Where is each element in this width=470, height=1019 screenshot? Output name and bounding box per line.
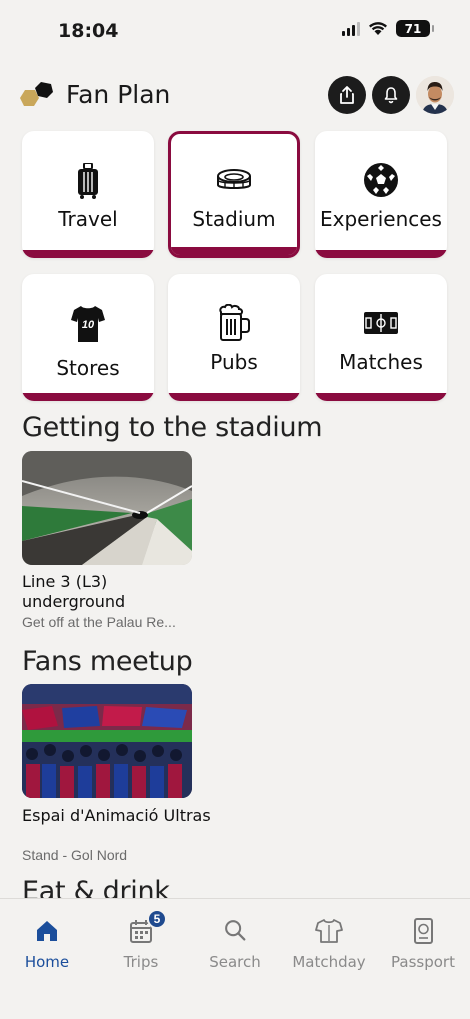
football-icon bbox=[364, 163, 398, 197]
category-stores[interactable]: 10 Stores bbox=[22, 274, 154, 401]
section-title-fans-meetup: Fans meetup bbox=[22, 646, 193, 677]
category-label: Travel bbox=[58, 207, 118, 231]
tab-bar: Home 5 Trips Search Matchday Passport bbox=[0, 898, 470, 1019]
card-subtitle: Get off at the Palau Re... bbox=[22, 614, 176, 630]
status-icons: 71 bbox=[342, 20, 434, 37]
tab-trips[interactable]: 5 Trips bbox=[94, 909, 188, 971]
category-pubs[interactable]: Pubs bbox=[168, 274, 300, 401]
metro-station-image[interactable] bbox=[22, 451, 192, 565]
jersey-icon: 10 bbox=[71, 306, 105, 342]
share-button[interactable] bbox=[328, 76, 366, 114]
avatar-icon bbox=[416, 76, 454, 114]
wifi-icon bbox=[369, 22, 387, 35]
tab-search[interactable]: Search bbox=[188, 917, 282, 971]
status-time: 18:04 bbox=[58, 20, 119, 42]
tab-label: Search bbox=[209, 953, 261, 971]
category-experiences[interactable]: Experiences bbox=[315, 131, 447, 258]
category-label: Stores bbox=[56, 356, 120, 380]
status-bar: 18:04 71 bbox=[0, 0, 470, 60]
trips-badge: 5 bbox=[147, 909, 167, 929]
category-label: Stadium bbox=[192, 207, 276, 231]
category-label: Experiences bbox=[320, 207, 442, 231]
tab-matchday[interactable]: Matchday bbox=[282, 917, 376, 971]
stadium-crowd-image[interactable] bbox=[22, 684, 192, 798]
card-subtitle: Stand - Gol Nord bbox=[22, 847, 128, 863]
stadium-icon bbox=[217, 169, 251, 189]
pitch-icon bbox=[364, 312, 398, 334]
app-header: Fan Plan bbox=[0, 72, 470, 118]
home-icon bbox=[37, 921, 57, 941]
tab-label: Matchday bbox=[292, 953, 366, 971]
category-label: Matches bbox=[339, 350, 423, 374]
category-stadium[interactable]: Stadium bbox=[168, 131, 300, 258]
tab-label: Passport bbox=[391, 953, 455, 971]
card-title[interactable]: Espai d'Animació Ultras bbox=[22, 806, 212, 826]
app-title: Fan Plan bbox=[66, 80, 171, 109]
logo-icon bbox=[20, 82, 53, 106]
beer-mug-icon bbox=[219, 304, 250, 341]
passport-icon bbox=[414, 918, 433, 944]
card-title[interactable]: Line 3 (L3) underground bbox=[22, 572, 212, 612]
section-title-getting-to-stadium: Getting to the stadium bbox=[22, 412, 323, 443]
category-travel[interactable]: Travel bbox=[22, 131, 154, 258]
share-icon bbox=[340, 86, 354, 104]
cellular-signal-icon bbox=[342, 21, 360, 36]
battery-icon: 71 bbox=[396, 20, 434, 37]
tab-home[interactable]: Home bbox=[0, 917, 94, 971]
user-avatar[interactable] bbox=[416, 76, 454, 114]
search-icon bbox=[225, 920, 246, 941]
svg-text:10: 10 bbox=[82, 319, 95, 331]
suitcase-icon bbox=[78, 163, 98, 199]
tab-label: Home bbox=[24, 953, 70, 971]
category-label: Pubs bbox=[210, 350, 258, 374]
bell-icon bbox=[384, 87, 398, 104]
category-matches[interactable]: Matches bbox=[315, 274, 447, 401]
tab-passport[interactable]: Passport bbox=[376, 917, 470, 971]
shirt-icon bbox=[315, 919, 343, 943]
notifications-button[interactable] bbox=[372, 76, 410, 114]
tab-label: Trips bbox=[123, 953, 159, 971]
